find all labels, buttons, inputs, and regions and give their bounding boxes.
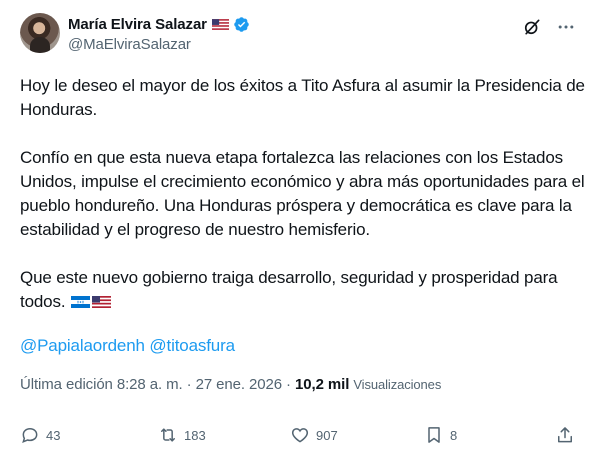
verified-badge-icon[interactable]	[233, 16, 250, 33]
like-count: 907	[316, 427, 338, 443]
views-label: Visualizaciones	[353, 377, 442, 392]
repost-icon	[161, 428, 175, 442]
post-paragraph-3: Que este nuevo gobierno traiga desarroll…	[20, 266, 586, 314]
avatar[interactable]	[20, 13, 60, 53]
us-flag-icon	[211, 18, 229, 30]
us-flag-icon	[92, 296, 112, 308]
post-meta: Última edición 8:28 a. m. · 27 ene. 2026…	[20, 376, 441, 393]
repost-button[interactable]: 183	[158, 425, 206, 445]
author-block: María Elvira Salazar @MaElviraSalazar	[68, 14, 250, 53]
heart-icon	[291, 428, 309, 443]
action-bar: 43 183 907 8	[20, 425, 586, 449]
name-row: María Elvira Salazar	[68, 14, 250, 34]
bookmark-icon	[428, 427, 440, 443]
post-paragraph-2: Confío en que esta nueva etapa fortalezc…	[20, 148, 585, 239]
repost-count: 183	[184, 427, 206, 443]
reply-icon	[22, 427, 38, 443]
honduras-flag-icon	[71, 296, 91, 308]
share-button[interactable]	[555, 425, 575, 445]
mention-link[interactable]: @Papialaordenh	[20, 336, 145, 355]
bookmark-count: 8	[450, 427, 458, 443]
flags-emoji	[71, 296, 112, 308]
user-handle[interactable]: @MaElviraSalazar	[68, 36, 250, 53]
bookmark-button[interactable]: 8	[424, 425, 457, 445]
display-name[interactable]: María Elvira Salazar	[68, 16, 207, 33]
share-icon	[558, 427, 572, 443]
like-button[interactable]: 907	[290, 425, 338, 445]
mention-link[interactable]: @titoasfura	[149, 336, 235, 355]
mentions: @Papialaordenh @titoasfura	[20, 336, 235, 356]
post-header: María Elvira Salazar @MaElviraSalazar	[20, 13, 586, 57]
post-paragraph-1: Hoy le deseo el mayor de los éxitos a Ti…	[20, 76, 585, 119]
edited-timestamp[interactable]: Última edición 8:28 a. m. · 27 ene. 2026…	[20, 376, 291, 393]
grok-icon[interactable]	[522, 17, 542, 37]
reply-button[interactable]: 43	[20, 425, 60, 445]
views-count: 10,2 mil	[295, 376, 350, 393]
reply-count: 43	[46, 427, 61, 443]
more-options-icon[interactable]	[554, 15, 578, 39]
